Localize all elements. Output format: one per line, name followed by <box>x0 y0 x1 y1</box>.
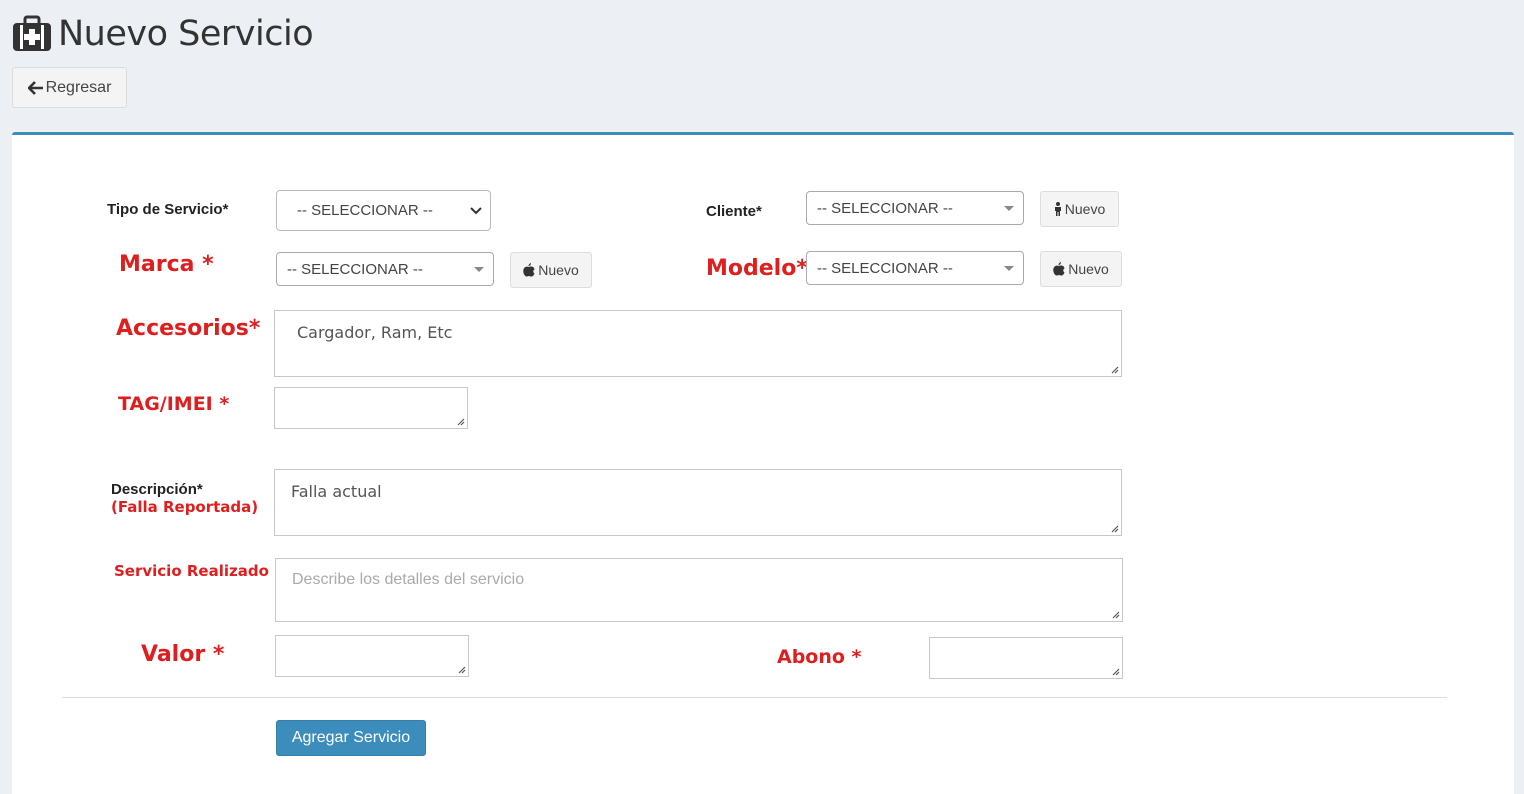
submit-button[interactable]: Agregar Servicio <box>276 720 426 756</box>
back-button-label: Regresar <box>45 78 112 96</box>
servicio-realizado-label: Servicio Realizado <box>114 562 269 580</box>
abono-label: Abono * <box>777 646 862 668</box>
page: Nuevo Servicio Regresar Tipo de Servicio… <box>0 0 1524 794</box>
resize-grip-icon <box>1111 525 1119 533</box>
male-icon <box>1054 202 1061 216</box>
resize-grip-icon <box>457 418 465 426</box>
marca-new-label: Nuevo <box>538 262 579 278</box>
descripcion-value: Falla actual <box>291 482 382 501</box>
descripcion-textarea[interactable]: Falla actual <box>274 469 1122 536</box>
caret-down-icon <box>1004 266 1014 271</box>
medkit-icon <box>13 15 51 51</box>
tipo-servicio-select[interactable]: -- SELECCIONAR -- <box>276 190 491 231</box>
modelo-label: Modelo* <box>706 256 808 281</box>
modelo-new-label: Nuevo <box>1068 261 1109 277</box>
cliente-select[interactable]: -- SELECCIONAR -- <box>806 191 1024 225</box>
descripcion-label: Descripción* <box>111 481 203 498</box>
arrow-left-icon <box>27 80 43 95</box>
modelo-new-button[interactable]: Nuevo <box>1040 251 1122 287</box>
page-title: Nuevo Servicio <box>58 14 314 54</box>
tag-imei-textarea[interactable] <box>274 387 468 429</box>
abono-textarea[interactable] <box>929 637 1123 679</box>
marca-select[interactable]: -- SELECCIONAR -- <box>276 252 494 286</box>
modelo-select[interactable]: -- SELECCIONAR -- <box>806 251 1024 285</box>
accesorios-textarea[interactable]: Cargador, Ram, Etc <box>274 310 1122 377</box>
page-header: Nuevo Servicio <box>12 14 314 54</box>
accesorios-label: Accesorios* <box>116 316 261 341</box>
form-divider <box>62 697 1447 698</box>
cliente-new-button[interactable]: Nuevo <box>1040 191 1119 227</box>
cliente-new-label: Nuevo <box>1064 201 1106 217</box>
servicio-realizado-textarea[interactable]: Describe los detalles del servicio <box>275 558 1123 622</box>
apple-icon <box>523 263 535 277</box>
cliente-value: -- SELECCIONAR -- <box>817 199 953 217</box>
cliente-label: Cliente* <box>706 203 762 220</box>
chevron-down-icon <box>470 207 482 215</box>
resize-grip-icon <box>458 666 466 674</box>
tag-imei-label: TAG/IMEI * <box>118 393 230 415</box>
marca-new-button[interactable]: Nuevo <box>510 252 592 288</box>
valor-label: Valor * <box>141 642 225 667</box>
servicio-realizado-placeholder: Describe los detalles del servicio <box>292 571 525 588</box>
marca-value: -- SELECCIONAR -- <box>287 260 423 278</box>
marca-label: Marca * <box>119 252 214 277</box>
tipo-servicio-label: Tipo de Servicio* <box>107 201 229 218</box>
caret-down-icon <box>474 267 484 272</box>
apple-icon <box>1053 262 1065 276</box>
accesorios-value: Cargador, Ram, Etc <box>297 323 453 342</box>
resize-grip-icon <box>1112 668 1120 676</box>
back-button[interactable]: Regresar <box>12 67 127 108</box>
form-box: Tipo de Servicio* -- SELECCIONAR -- Clie… <box>12 132 1514 794</box>
resize-grip-icon <box>1112 611 1120 619</box>
caret-down-icon <box>1004 206 1014 211</box>
resize-grip-icon <box>1111 366 1119 374</box>
descripcion-sublabel: (Falla Reportada) <box>111 498 259 516</box>
valor-textarea[interactable] <box>275 635 469 677</box>
modelo-value: -- SELECCIONAR -- <box>817 259 953 277</box>
tipo-servicio-value: -- SELECCIONAR -- <box>297 202 433 219</box>
